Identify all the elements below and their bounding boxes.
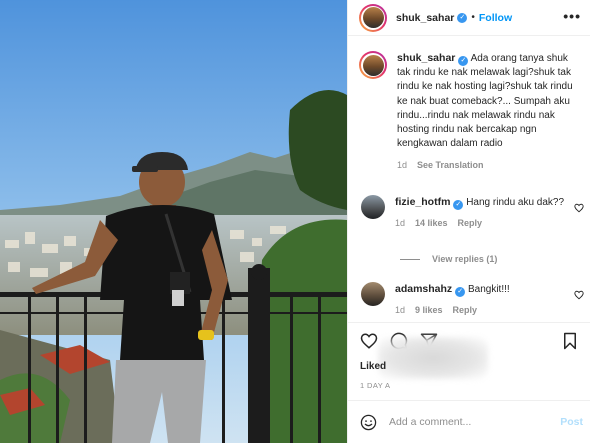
verified-badge-icon: ✓: [457, 12, 468, 23]
comment-time: 1d: [395, 305, 406, 315]
author-username[interactable]: shuk_sahar: [396, 12, 454, 24]
commenter-username[interactable]: fizie_hotfm: [395, 196, 450, 208]
post-photo[interactable]: [0, 0, 347, 443]
view-replies-button[interactable]: View replies (1): [400, 254, 497, 264]
heart-icon[interactable]: [360, 332, 378, 350]
verified-badge-icon: ✓: [453, 200, 464, 210]
comment-like-heart-icon[interactable]: [574, 290, 584, 300]
author-avatar[interactable]: [359, 3, 387, 32]
comment-item: fizie_hotfm ✓ Hang rindu aku dak?? 1d 14 l…: [361, 195, 586, 230]
post-actions: Liked 1 DAY A: [348, 322, 590, 400]
reply-button[interactable]: Reply: [458, 218, 483, 228]
comment-text: Bangkit!!!: [467, 284, 510, 295]
redacted-likes-blur: [378, 337, 488, 379]
post-caption: shuk_sahar ✓ Ada orang tanya shuk tak rin…: [359, 51, 584, 173]
verified-badge-icon: ✓: [455, 287, 466, 297]
comment-composer: Post: [348, 400, 590, 443]
comment-text: Hang rindu aku dak??: [466, 197, 565, 208]
caption-username[interactable]: shuk_sahar: [397, 52, 455, 64]
reply-button[interactable]: Reply: [453, 305, 478, 315]
commenter-avatar[interactable]: [361, 282, 385, 306]
post-date: 1 DAY A: [360, 381, 391, 390]
caption-time: 1d: [397, 160, 408, 171]
likes-summary[interactable]: Liked: [360, 361, 386, 372]
emoji-icon[interactable]: [360, 414, 377, 431]
comment-input[interactable]: [389, 416, 549, 428]
comment-time: 1d: [395, 218, 406, 228]
see-translation-button[interactable]: See Translation: [417, 160, 484, 170]
view-replies-label[interactable]: View replies (1): [432, 254, 497, 264]
post-image: [0, 0, 347, 443]
post-header: shuk_sahar ✓ • Follow •••: [348, 0, 590, 36]
comment-like-heart-icon[interactable]: [574, 203, 584, 213]
post-detail-panel: shuk_sahar ✓ • Follow ••• shuk_sahar ✓ Ad…: [347, 0, 590, 443]
post-comment-button[interactable]: Post: [560, 416, 583, 428]
caption-text: Ada orang tanya shuk tak rindu ke nak me…: [397, 53, 573, 150]
commenter-username[interactable]: adamshahz: [395, 283, 452, 295]
bookmark-icon[interactable]: [561, 332, 579, 350]
caption-avatar[interactable]: [359, 51, 387, 79]
follow-button[interactable]: Follow: [479, 12, 512, 24]
verified-badge-icon: ✓: [458, 56, 469, 66]
comment-likes[interactable]: 9 likes: [415, 305, 443, 315]
more-horizontal-icon[interactable]: •••: [563, 9, 581, 23]
commenter-avatar[interactable]: [361, 195, 385, 219]
comments-section[interactable]: shuk_sahar ✓ Ada orang tanya shuk tak rin…: [348, 37, 590, 322]
header-separator: •: [471, 12, 475, 23]
comment-likes[interactable]: 14 likes: [415, 218, 448, 228]
comment-item: adamshahz ✓ Bangkit!!! 1d 9 likes Reply: [361, 282, 586, 317]
